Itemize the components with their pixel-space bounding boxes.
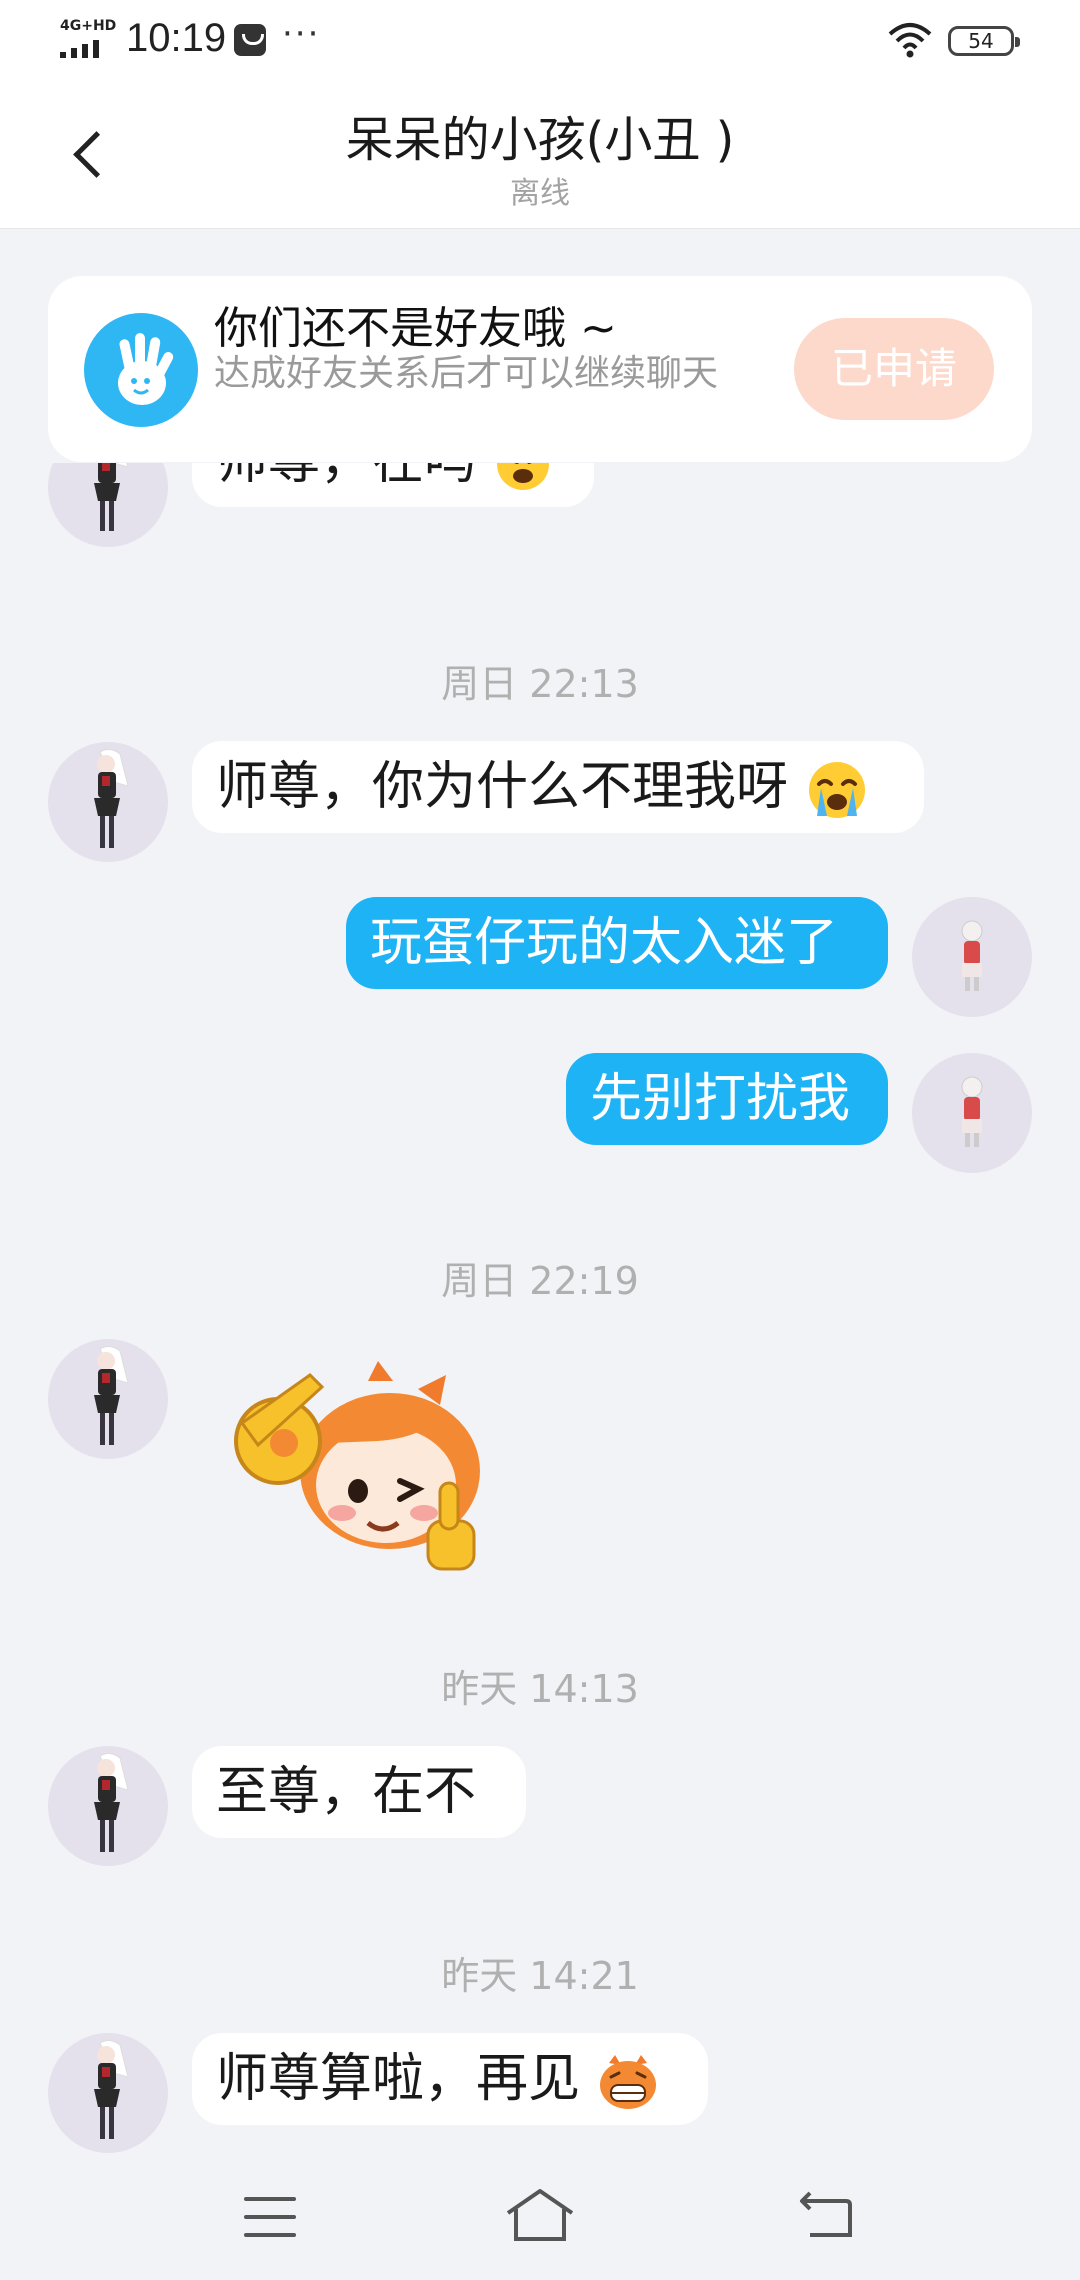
network-type: 4G+HD [60, 18, 117, 34]
waving-hand-icon [84, 313, 198, 427]
message-text: 师尊算啦，再见 [216, 2049, 581, 2109]
crying-face-icon [496, 463, 549, 490]
menu-icon[interactable] [244, 2197, 296, 2237]
chat-header: 呆呆的小孩(小丑 ) 离线 [0, 82, 1080, 229]
message-text: 至尊，在不 [216, 1762, 477, 1822]
back-icon[interactable] [798, 2189, 854, 2243]
message-bubble-incoming[interactable]: 师尊，在吗 [192, 463, 594, 507]
timestamp: 昨天 14:13 [441, 1667, 639, 1711]
battery-level: 54 [968, 29, 994, 53]
applied-button[interactable]: 已申请 [794, 318, 994, 420]
status-time: 10:19 [126, 16, 227, 60]
message-text: 师尊，在吗 [216, 463, 476, 491]
grinning-orange-creature-icon [599, 2055, 656, 2109]
my-avatar[interactable] [912, 897, 1032, 1017]
message-bubble-incoming[interactable]: 至尊，在不 [192, 1746, 526, 1838]
contact-avatar[interactable] [48, 2033, 168, 2153]
timestamp: 周日 22:13 [441, 662, 639, 706]
contact-avatar[interactable] [48, 1339, 168, 1459]
ok-wink-thumbs-up-sticker-icon[interactable] [218, 1353, 488, 1583]
message-bubble-incoming[interactable]: 师尊，你为什么不理我呀 [192, 741, 924, 833]
home-icon[interactable] [504, 2187, 576, 2245]
message-bubble-outgoing[interactable]: 玩蛋仔玩的太入迷了 [346, 897, 888, 989]
cellular-signal-icon: 4G+HD [58, 18, 117, 60]
battery-icon: 54 [948, 26, 1020, 56]
timestamp: 周日 22:19 [441, 1259, 639, 1303]
message-text: 先别打扰我 [590, 1069, 851, 1129]
contact-avatar[interactable] [48, 463, 168, 547]
crying-face-icon [808, 762, 865, 818]
contact-avatar[interactable] [48, 742, 168, 862]
message-bubble-outgoing[interactable]: 先别打扰我 [566, 1053, 888, 1145]
contact-avatar[interactable] [48, 1746, 168, 1866]
chat-title: 呆呆的小孩(小丑 ) [345, 112, 735, 168]
banner-subtitle: 达成好友关系后才可以继续聊天 [214, 353, 719, 394]
friend-request-banner: 你们还不是好友哦 ~ 达成好友关系后才可以继续聊天 已申请 [48, 276, 1032, 462]
banner-title: 你们还不是好友哦 ~ [214, 303, 617, 354]
message-list[interactable]: 师尊，在吗 周日 22:13 师尊，你为什么不理我呀 玩 [0, 463, 1080, 2153]
wifi-icon [888, 23, 932, 58]
more-notifications: ··· [282, 14, 321, 54]
status-bar: 4G+HD 10:19 ··· 54 [0, 0, 1080, 82]
my-avatar[interactable] [912, 1053, 1032, 1173]
timestamp: 昨天 14:21 [441, 1954, 639, 1998]
notification-message-icon [234, 24, 266, 56]
message-text: 师尊，你为什么不理我呀 [216, 757, 789, 817]
online-status: 离线 [510, 176, 570, 211]
message-bubble-incoming[interactable]: 师尊算啦，再见 [192, 2033, 708, 2125]
system-nav-bar [0, 2153, 1080, 2280]
message-text: 玩蛋仔玩的太入迷了 [370, 913, 839, 973]
